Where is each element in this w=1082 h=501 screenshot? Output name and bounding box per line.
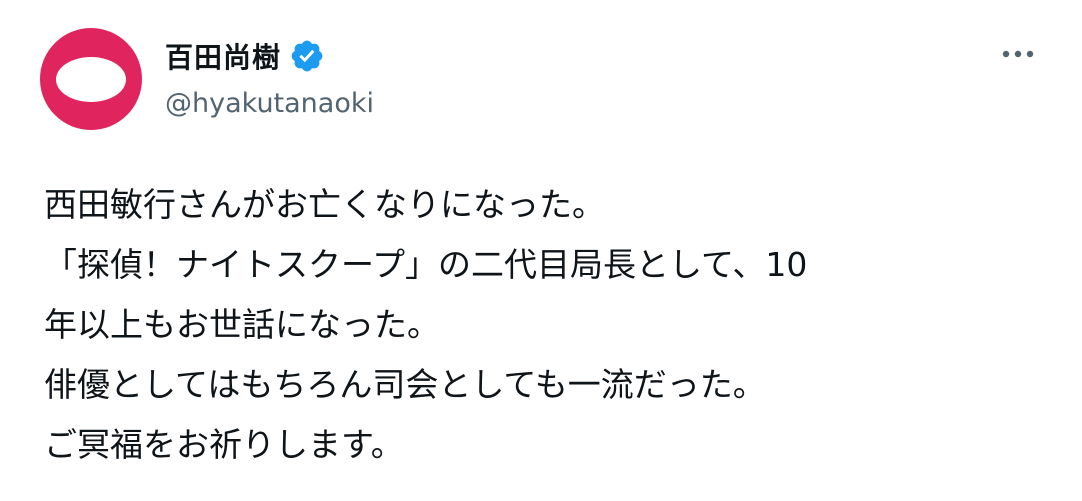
tweet-text: 西田敏行さんがお亡くなりになった。 「探偵！ナイトスクープ」の二代目局長として、… [44, 175, 1054, 475]
tweet-text-line: 西田敏行さんがお亡くなりになった。 [44, 185, 605, 224]
avatar-oval-graphic [56, 57, 126, 102]
tweet-text-line: ご冥福をお祈りします。 [44, 425, 404, 464]
tweet-text-line: 年以上もお世話になった。 [44, 305, 440, 344]
tweet-header: 百田尚樹 @hyakutanaoki [165, 34, 374, 119]
tweet-text-line: 俳優としてはもちろん司会としても一流だった。 [44, 365, 766, 404]
tweet-text-line: 「探偵！ナイトスクープ」の二代目局長として、10 [44, 245, 808, 284]
display-name[interactable]: 百田尚樹 [165, 36, 281, 76]
more-horizontal-icon[interactable] [996, 38, 1040, 70]
name-row: 百田尚樹 [165, 34, 374, 78]
verified-badge-icon[interactable] [289, 38, 325, 74]
avatar[interactable] [40, 28, 142, 130]
tweet-card: 百田尚樹 @hyakutanaoki 西田敏行さんがお亡くなりになった。 「探偵… [0, 0, 1082, 501]
handle[interactable]: @hyakutanaoki [165, 88, 374, 119]
